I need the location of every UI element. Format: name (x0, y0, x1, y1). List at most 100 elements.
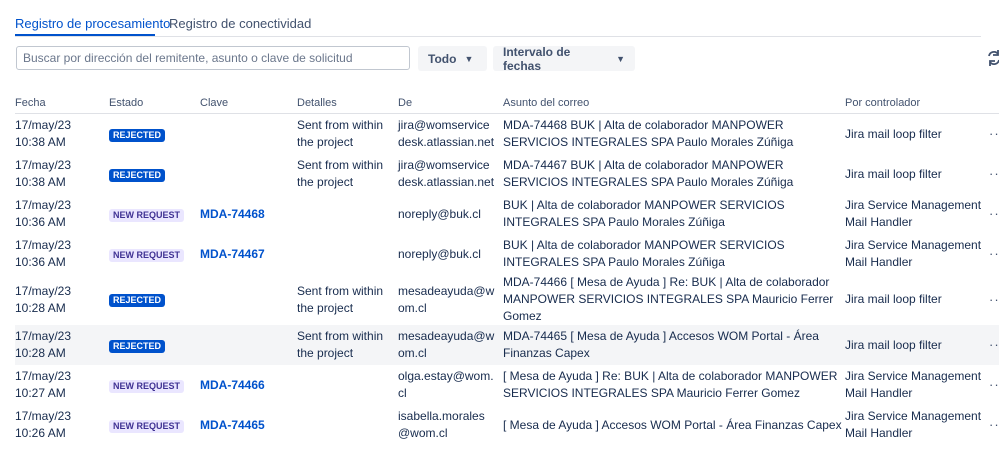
status-badge: NEW REQUEST (109, 248, 185, 262)
date-cell: 17/may/23 10:27 AM (15, 365, 109, 405)
time-text: 10:38 AM (15, 135, 66, 149)
tab-bar: Registro de procesamiento Registro de co… (15, 0, 981, 37)
column-header-date[interactable]: Fecha (15, 92, 109, 114)
status-cell: REJECTED (109, 274, 200, 325)
subject-cell: MDA-74468 BUK | Alta de colaborador MANP… (503, 118, 794, 149)
table-header-row: Fecha Estado Clave Detalles De Asunto de… (15, 92, 999, 114)
date-cell: 17/may/23 10:28 AM (15, 325, 109, 365)
time-text: 10:28 AM (15, 300, 66, 315)
processing-log-table: Fecha Estado Clave Detalles De Asunto de… (15, 92, 999, 445)
subject-cell: MDA-74465 [ Mesa de Ayuda ] Accesos WOM … (503, 325, 845, 365)
actions-cell: ·· (989, 154, 999, 194)
date-cell: 17/may/23 10:38 AM (15, 154, 109, 194)
date-text: 17/may/23 (15, 329, 72, 343)
subject-cell: BUK | Alta de colaborador MANPOWER SERVI… (503, 238, 785, 269)
key-cell (200, 274, 297, 325)
date-text: 17/may/23 (15, 409, 72, 423)
column-header-actions (989, 92, 999, 114)
search-input[interactable] (16, 46, 410, 70)
date-text: 17/may/23 (15, 158, 72, 172)
request-key-link[interactable]: MDA-74465 (200, 418, 265, 432)
time-text: 10:38 AM (15, 175, 66, 189)
date-text: 17/may/23 (15, 198, 72, 212)
details-cell (297, 405, 398, 445)
more-icon[interactable]: ·· (989, 166, 999, 181)
subject-cell: [ Mesa de Ayuda ] Accesos WOM Portal - Á… (503, 417, 842, 432)
tab-processing-log[interactable]: Registro de procesamiento (15, 16, 170, 31)
column-header-handler[interactable]: Por controlador (845, 92, 989, 114)
column-header-status[interactable]: Estado (109, 92, 200, 114)
status-cell: REJECTED (109, 114, 200, 155)
more-icon[interactable]: ·· (989, 377, 999, 392)
status-filter-label: Todo (428, 51, 457, 66)
refresh-icon[interactable] (986, 49, 999, 67)
table-row[interactable]: 17/may/23 10:38 AM REJECTED Sent from wit… (15, 154, 999, 194)
actions-cell: ·· (989, 234, 999, 274)
column-header-key[interactable]: Clave (200, 92, 297, 114)
column-header-from[interactable]: De (398, 92, 503, 114)
request-key-link[interactable]: MDA-74467 (200, 247, 265, 261)
more-icon[interactable]: ·· (989, 292, 999, 307)
from-cell: olga.estay@wom. cl (398, 369, 494, 400)
more-icon[interactable]: ·· (989, 126, 999, 141)
date-cell: 17/may/23 10:36 AM (15, 194, 109, 234)
subject-cell: BUK | Alta de colaborador MANPOWER SERVI… (503, 198, 785, 229)
date-text: 17/may/23 (15, 238, 72, 252)
from-cell: jira@womservice desk.atlassian.net (398, 158, 495, 189)
from-cell: noreply@buk.cl (398, 206, 481, 221)
status-badge: NEW REQUEST (109, 208, 185, 222)
table-row[interactable]: 17/may/23 10:36 AM NEW REQUEST MDA-74467 … (15, 234, 999, 274)
date-range-button[interactable]: Intervalo de fechas ▼ (493, 44, 635, 73)
table-row[interactable]: 17/may/23 10:27 AM NEW REQUEST MDA-74466 … (15, 365, 999, 405)
status-filter-button[interactable]: Todo ▼ (418, 46, 487, 71)
status-cell: REJECTED (109, 154, 200, 194)
key-cell: MDA-74468 (200, 194, 297, 234)
actions-cell: ·· (989, 114, 999, 155)
details-cell (297, 194, 398, 234)
from-cell: noreply@buk.cl (398, 246, 481, 261)
date-cell: 17/may/23 10:36 AM (15, 234, 109, 274)
more-icon[interactable]: ·· (989, 417, 999, 432)
key-cell: MDA-74466 (200, 365, 297, 405)
table-row[interactable]: 17/may/23 10:28 AM REJECTED Sent from wit… (15, 325, 999, 365)
actions-cell: ·· (989, 325, 999, 365)
status-cell: NEW REQUEST (109, 194, 200, 234)
key-cell: MDA-74467 (200, 234, 297, 274)
time-text: 10:27 AM (15, 386, 66, 400)
handler-cell: Jira Service Management Mail Handler (845, 238, 982, 269)
request-key-link[interactable]: MDA-74466 (200, 378, 265, 392)
more-icon[interactable]: ·· (989, 337, 999, 352)
handler-cell: Jira Service Management Mail Handler (845, 409, 982, 440)
request-key-link[interactable]: MDA-74468 (200, 207, 265, 221)
chevron-down-icon: ▼ (464, 53, 474, 64)
details-cell (297, 365, 398, 405)
column-header-subject[interactable]: Asunto del correo (503, 92, 845, 114)
status-badge: REJECTED (109, 294, 166, 307)
table-row[interactable]: 17/may/23 10:26 AM NEW REQUEST MDA-74465 … (15, 405, 999, 445)
table-row[interactable]: 17/may/23 10:28 AM REJECTED Sent from wit… (15, 274, 999, 325)
details-cell: Sent from within the project (297, 283, 384, 315)
subject-cell: MDA-74467 BUK | Alta de colaborador MANP… (503, 158, 794, 189)
actions-cell: ·· (989, 194, 999, 234)
table-row[interactable]: 17/may/23 10:38 AM REJECTED Sent from wit… (15, 114, 999, 155)
details-cell: Sent from within the project (297, 325, 398, 365)
column-header-details[interactable]: Detalles (297, 92, 398, 114)
status-badge: REJECTED (109, 339, 166, 353)
from-cell: mesadeayuda@w om.cl (398, 283, 495, 315)
actions-cell: ·· (989, 405, 999, 445)
time-text: 10:26 AM (15, 426, 66, 440)
handler-cell: Jira Service Management Mail Handler (845, 198, 982, 229)
table-row[interactable]: 17/may/23 10:36 AM NEW REQUEST MDA-74468 … (15, 194, 999, 234)
key-cell (200, 154, 297, 194)
from-cell: jira@womservice desk.atlassian.net (398, 118, 495, 149)
chevron-down-icon: ▼ (616, 53, 625, 64)
handler-cell: Jira mail loop filter (845, 126, 942, 141)
more-icon[interactable]: ·· (989, 206, 999, 221)
tab-connectivity-log[interactable]: Registro de conectividad (169, 16, 311, 31)
status-cell: NEW REQUEST (109, 405, 200, 445)
subject-cell: MDA-74466 [ Mesa de Ayuda ] Re: BUK | Al… (503, 275, 834, 323)
time-text: 10:28 AM (15, 346, 66, 360)
more-icon[interactable]: ·· (989, 246, 999, 261)
handler-cell: Jira mail loop filter (845, 166, 942, 181)
date-range-label: Intervalo de fechas (503, 44, 571, 73)
